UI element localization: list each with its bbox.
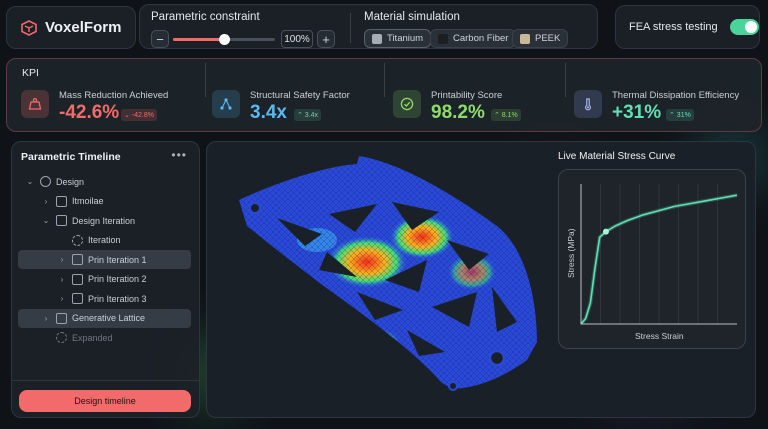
kpi-card-thermal: Thermal Dissipation Efficiency +31% ⌃ 31… (574, 85, 754, 129)
kpi-name: Structural Safety Factor (250, 90, 350, 101)
kpi-card-mass-reduction: Mass Reduction Achieved -42.6% ⌄ -42.8% (21, 85, 201, 129)
lattice-icon (56, 312, 67, 324)
kpi-value: 98.2% (431, 102, 485, 123)
fea-label: FEA stress testing (629, 21, 718, 33)
chevron-right-icon[interactable]: › (56, 275, 68, 284)
slider-fill (173, 38, 224, 41)
timeline-item[interactable]: Expanded (18, 328, 191, 347)
stress-curve-chart (579, 184, 738, 326)
peek-swatch-icon (520, 33, 530, 44)
stress-curve-panel: Stress (MPa) Stress Strain (558, 169, 746, 349)
kpi-divider (205, 63, 206, 97)
stress-curve-title: Live Material Stress Curve (558, 151, 676, 162)
material-chip-titanium[interactable]: Titanium (364, 29, 432, 48)
kpi-name: Thermal Dissipation Efficiency (612, 90, 740, 101)
material-chip-peek[interactable]: PEEK (512, 29, 569, 48)
timeline-item-label: Design (56, 176, 85, 187)
timeline-item-label: Prin Iteration 1 (88, 254, 147, 265)
timeline-item[interactable]: › Prin Iteration 3 (18, 289, 191, 308)
check-circle-icon (393, 90, 421, 118)
layers-icon (72, 293, 83, 304)
timeline-title: Parametric Timeline (21, 151, 121, 163)
plus-circle-icon (40, 176, 51, 187)
dashed-circle-icon (72, 234, 83, 246)
layers-icon (72, 273, 83, 285)
dashed-circle-icon (56, 332, 67, 343)
timeline-item-label: Prin Iteration 2 (88, 274, 147, 284)
kpi-value: +31% (612, 102, 662, 123)
voxel-cube-icon (21, 19, 37, 36)
weight-icon (21, 90, 49, 118)
fea-toggle[interactable] (729, 19, 759, 35)
timeline-item[interactable]: › Itmoilae (18, 192, 191, 211)
chevron-right-icon[interactable]: › (56, 294, 68, 303)
carbon-fiber-swatch-icon (438, 33, 448, 44)
timeline-item-label: Design Iteration (72, 215, 136, 226)
increment-button[interactable]: + (317, 30, 335, 48)
parametric-label: Parametric constraint (151, 11, 260, 23)
stress-curve-marker[interactable] (602, 228, 609, 235)
timeline-item[interactable]: Iteration (18, 231, 191, 250)
divider (12, 380, 199, 381)
chevron-down-icon[interactable]: ⌄ (40, 216, 52, 225)
material-name: PEEK (535, 33, 561, 44)
timeline-item[interactable]: › Generative Lattice (18, 308, 191, 328)
kpi-value: -42.6% (59, 102, 120, 123)
timeline-item[interactable]: › Prin Iteration 2 (18, 270, 191, 289)
chevron-right-icon[interactable]: › (40, 197, 52, 206)
timeline-item[interactable]: ⌄ Design (18, 172, 191, 191)
logo-panel: VoxelForm (6, 6, 136, 49)
timeline-item-label: Expanded (72, 332, 113, 343)
app-name: VoxelForm (45, 19, 122, 36)
kpi-name: Printability Score (431, 90, 503, 101)
chevron-right-icon[interactable]: › (56, 255, 68, 264)
controls-panel: Parametric constraint − 100% + Material … (139, 4, 598, 49)
kpi-value: 3.4x (250, 102, 287, 123)
thermometer-icon (574, 90, 602, 118)
chevron-down-icon[interactable]: ⌄ (24, 177, 36, 186)
timeline-item-label: Iteration (88, 235, 121, 245)
sliders-icon (56, 215, 67, 226)
titanium-swatch-icon (372, 33, 382, 44)
kpi-delta: ⌃ 3.4x (294, 109, 322, 121)
design-timeline-button[interactable]: Design timeline (19, 390, 191, 412)
material-name: Carbon Fiber (453, 33, 509, 44)
timeline-item[interactable]: ⌄ Design Iteration (18, 211, 191, 230)
undo-icon (56, 195, 67, 207)
more-horizontal-icon[interactable]: ••• (171, 148, 187, 162)
parametric-timeline-panel: Parametric Timeline ••• ⌄ Design › Itmoilae… (11, 141, 200, 418)
layers-icon (72, 254, 83, 265)
kpi-divider (384, 63, 385, 97)
kpi-card-printability: Printability Score 98.2% ⌃ 8.1% (393, 85, 563, 129)
chart-x-label: Stress Strain (635, 331, 684, 341)
timeline-item[interactable]: › Prin Iteration 1 (18, 250, 191, 269)
slider-knob[interactable] (219, 34, 230, 45)
kpi-title: KPI (22, 67, 39, 79)
divider (350, 13, 351, 43)
network-icon (212, 90, 240, 118)
material-label: Material simulation (364, 11, 460, 23)
chevron-right-icon[interactable]: › (40, 314, 52, 323)
kpi-panel: KPI Mass Reduction Achieved -42.6% ⌄ -42… (6, 58, 762, 132)
decrement-button[interactable]: − (151, 30, 169, 48)
percent-field[interactable]: 100% (281, 30, 313, 48)
timeline-item-label: Itmoilae (72, 196, 104, 206)
kpi-delta: ⌄ -42.8% (121, 109, 157, 121)
kpi-delta: ⌃ 8.1% (491, 109, 521, 121)
kpi-delta: ⌃ 31% (666, 109, 694, 121)
fea-panel: FEA stress testing (615, 5, 760, 49)
parametric-slider[interactable] (173, 34, 275, 45)
kpi-divider (565, 63, 566, 97)
chart-y-label: Stress (MPa) (566, 228, 576, 278)
kpi-name: Mass Reduction Achieved (59, 90, 169, 101)
kpi-card-safety-factor: Structural Safety Factor 3.4x ⌃ 3.4x (212, 85, 382, 129)
material-chip-carbon-fiber[interactable]: Carbon Fiber (430, 29, 517, 48)
timeline-item-label: Generative Lattice (72, 313, 146, 323)
material-name: Titanium (387, 33, 424, 44)
timeline-item-label: Prin Iteration 3 (88, 293, 147, 304)
